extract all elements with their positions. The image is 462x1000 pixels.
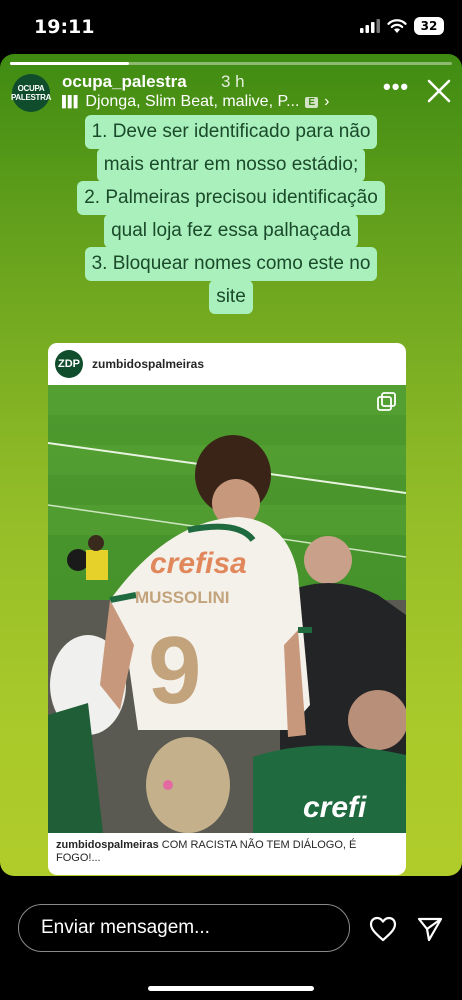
post-author-avatar[interactable]: ZDP bbox=[55, 350, 83, 378]
jersey-sponsor: crefisa bbox=[150, 547, 247, 580]
profile-avatar[interactable]: OCUPA PALESTRA bbox=[10, 74, 52, 112]
reply-bar: Enviar mensagem... bbox=[0, 876, 462, 1000]
story-progress-fill bbox=[10, 62, 130, 65]
caption-line: 3. Bloquear nomes como este no bbox=[84, 247, 378, 281]
post-caption: zumbidospalmeiras COM RACISTA NÃO TEM DI… bbox=[56, 839, 396, 865]
story-view[interactable]: OCUPA PALESTRA ocupa_palestra 3 h ▌▌▌ Dj… bbox=[0, 54, 462, 876]
status-bar: 19:11 32 bbox=[0, 0, 462, 54]
caption-line: mais entrar em nosso estádio; bbox=[96, 148, 366, 182]
heart-icon[interactable] bbox=[369, 916, 397, 942]
stadium-photo: crefi crefisa MUSSOLINI 9 bbox=[48, 385, 406, 833]
caption-line: site bbox=[209, 280, 253, 314]
post-caption-username: zumbidospalmeiras bbox=[56, 839, 159, 851]
post-photo[interactable]: crefi crefisa MUSSOLINI 9 bbox=[48, 385, 406, 833]
caption-line: qual loja fez essa palhaçada bbox=[104, 214, 358, 248]
avatar-text-line: PALESTRA bbox=[10, 93, 52, 102]
crefisa-logo-secondary: crefi bbox=[303, 791, 367, 824]
wifi-icon bbox=[387, 18, 407, 33]
post-header[interactable]: ZDP zumbidospalmeiras bbox=[48, 343, 406, 385]
explicit-badge: E bbox=[305, 96, 319, 108]
story-timestamp: 3 h bbox=[221, 72, 245, 91]
story-progress-bar bbox=[10, 62, 452, 65]
chevron-right-icon: › bbox=[324, 93, 330, 110]
story-caption: 1. Deve ser identificado para não mais e… bbox=[50, 115, 412, 314]
caption-line: 1. Deve ser identificado para não bbox=[84, 115, 378, 149]
close-icon[interactable] bbox=[426, 78, 452, 104]
battery-indicator: 32 bbox=[414, 17, 444, 35]
shared-post-card[interactable]: ZDP zumbidospalmeiras crefi crefisa MUSS… bbox=[48, 343, 406, 875]
music-bars-icon: ▌▌▌ bbox=[62, 96, 81, 108]
post-author-username[interactable]: zumbidospalmeiras bbox=[92, 357, 204, 371]
music-attribution[interactable]: ▌▌▌ Djonga, Slim Beat, malive, P... E › bbox=[62, 93, 329, 111]
signal-icon bbox=[360, 19, 380, 33]
send-icon[interactable] bbox=[416, 916, 444, 942]
status-icons: 32 bbox=[360, 17, 444, 35]
more-options-button[interactable]: ••• bbox=[383, 74, 409, 100]
caption-line: 2. Palmeiras precisou identificação bbox=[77, 181, 385, 215]
send-message-input[interactable]: Enviar mensagem... bbox=[18, 904, 350, 952]
jersey-name: MUSSOLINI bbox=[135, 588, 229, 607]
music-title: Djonga, Slim Beat, malive, P... bbox=[85, 93, 300, 110]
profile-username[interactable]: ocupa_palestra bbox=[62, 72, 187, 92]
home-indicator bbox=[148, 986, 314, 991]
jersey-number: 9 bbox=[148, 617, 201, 724]
avatar-text-line: OCUPA bbox=[17, 84, 45, 93]
status-time: 19:11 bbox=[34, 16, 95, 38]
